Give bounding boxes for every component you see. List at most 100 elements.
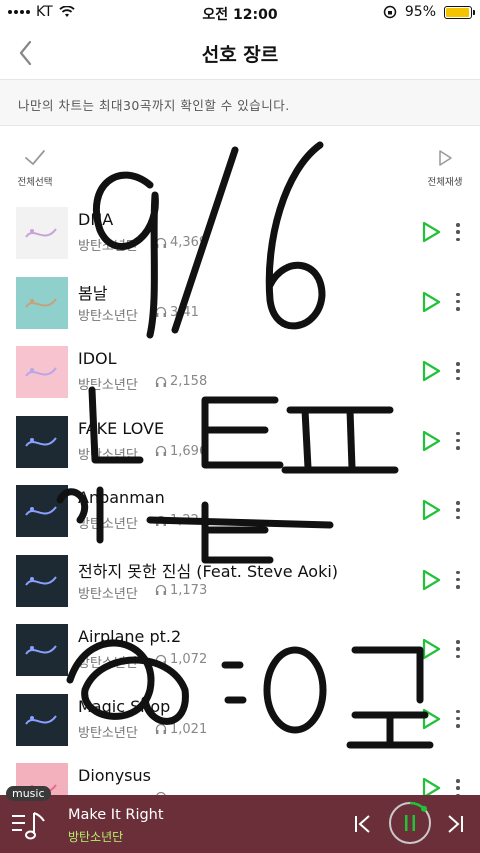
play-count-value: 4,369 bbox=[170, 235, 208, 250]
album-art-icon bbox=[25, 228, 57, 238]
play-count-value: 2,158 bbox=[170, 374, 208, 389]
track-artist: 방탄소년단 bbox=[78, 308, 138, 324]
track-row[interactable]: 봄날 방탄소년단 3,41 bbox=[0, 268, 480, 338]
play-outline-icon bbox=[439, 150, 452, 166]
track-artist: 방탄소년단 bbox=[78, 586, 138, 602]
play-all-label: 전체재생 bbox=[427, 177, 463, 188]
track-artist: 방탄소년단 bbox=[78, 378, 138, 393]
album-art-icon bbox=[25, 436, 57, 447]
player-artist: 방탄소년단 bbox=[68, 830, 124, 844]
battery-fill bbox=[446, 7, 469, 17]
status-right: 95% bbox=[383, 4, 475, 20]
play-outline-icon[interactable] bbox=[420, 568, 442, 592]
battery-icon bbox=[444, 5, 475, 19]
more-vertical-icon[interactable] bbox=[450, 430, 466, 452]
play-outline-icon[interactable] bbox=[420, 359, 442, 383]
track-title: 봄날 bbox=[78, 283, 108, 303]
more-vertical-icon[interactable] bbox=[450, 638, 466, 660]
play-count: 3,41 bbox=[155, 305, 199, 320]
player-title: Make It Right bbox=[68, 807, 164, 823]
headphone-icon bbox=[155, 584, 167, 595]
play-outline-icon[interactable] bbox=[420, 498, 442, 522]
album-cover bbox=[16, 207, 68, 259]
track-title: DNA bbox=[78, 210, 114, 229]
track-title: IDOL bbox=[78, 349, 117, 368]
track-artist: 방탄소년단 bbox=[78, 725, 138, 741]
more-vertical-icon[interactable] bbox=[450, 708, 466, 730]
music-tag: music bbox=[6, 786, 51, 801]
headphone-icon bbox=[155, 515, 167, 526]
album-cover bbox=[16, 346, 68, 398]
play-count-value: 1,224 bbox=[170, 513, 208, 528]
album-art-icon bbox=[25, 645, 57, 655]
skip-next-icon[interactable] bbox=[444, 813, 466, 835]
track-row[interactable]: FAKE LOVE 방탄소년단 1,696 bbox=[0, 407, 480, 477]
track-row[interactable]: Anpanman 방탄소년단 1,224 bbox=[0, 476, 480, 546]
more-vertical-icon[interactable] bbox=[450, 221, 466, 243]
track-title: Airplane pt.2 bbox=[78, 627, 182, 646]
headphone-icon bbox=[155, 445, 167, 456]
track-row[interactable]: Airplane pt.2 방탄소년단 1,072 bbox=[0, 615, 480, 685]
track-row[interactable]: IDOL 방탄소년단 2,158 bbox=[0, 337, 480, 407]
play-all-button[interactable]: 전체재생 bbox=[422, 148, 468, 188]
play-count-value: 3,41 bbox=[170, 304, 199, 320]
play-count-value: 1,173 bbox=[170, 582, 208, 598]
play-count: 1,696 bbox=[155, 444, 207, 459]
track-row[interactable]: Magic Shop 방탄소년단 1,021 bbox=[0, 685, 480, 755]
headphone-icon bbox=[155, 654, 167, 665]
skip-previous-icon[interactable] bbox=[352, 813, 374, 835]
album-cover bbox=[16, 693, 68, 746]
track-artist: 방탄소년단 bbox=[78, 239, 138, 254]
headphone-icon bbox=[155, 723, 167, 734]
pause-button[interactable] bbox=[386, 799, 434, 847]
play-count: 2,158 bbox=[155, 374, 207, 389]
music-menu-icon[interactable] bbox=[12, 809, 48, 843]
toolbar: 전체선택 전체재생 bbox=[0, 140, 480, 190]
play-count: 1,224 bbox=[155, 513, 207, 528]
album-art-icon bbox=[25, 714, 57, 725]
info-band: 나만의 차트는 최대30곡까지 확인할 수 있습니다. bbox=[0, 80, 480, 126]
album-cover bbox=[16, 485, 68, 537]
battery-percent: 95% bbox=[404, 4, 436, 20]
play-count: 4,369 bbox=[155, 235, 207, 250]
play-outline-icon[interactable] bbox=[420, 637, 442, 661]
album-cover bbox=[16, 276, 68, 329]
track-list: DNA 방탄소년단 4,369 봄날 방탄소년단 3,41 IDOL 방탄소년단… bbox=[0, 198, 480, 824]
album-cover bbox=[16, 624, 68, 676]
track-title: FAKE LOVE bbox=[78, 418, 165, 438]
more-vertical-icon[interactable] bbox=[450, 499, 466, 521]
info-text: 나만의 차트는 최대30곡까지 확인할 수 있습니다. bbox=[18, 98, 290, 113]
more-vertical-icon[interactable] bbox=[450, 569, 466, 591]
album-art-icon bbox=[25, 506, 57, 516]
play-count: 1,072 bbox=[155, 652, 207, 667]
play-outline-icon[interactable] bbox=[420, 707, 442, 731]
play-outline-icon[interactable] bbox=[420, 290, 442, 314]
status-bar: KT 오전 12:00 95% bbox=[0, 0, 480, 26]
select-all-label: 전체선택 bbox=[17, 177, 53, 188]
track-row[interactable]: 전하지 못한 진심 (Feat. Steve Aoki) 방탄소년단 1,173 bbox=[0, 546, 480, 616]
track-title: Anpanman bbox=[78, 488, 165, 507]
track-title: Dionysus bbox=[78, 766, 151, 785]
album-art-icon bbox=[25, 367, 57, 377]
album-art-icon bbox=[25, 575, 57, 586]
more-vertical-icon[interactable] bbox=[450, 360, 466, 382]
rotation-lock-icon bbox=[383, 5, 397, 19]
check-icon bbox=[25, 150, 45, 166]
select-all-button[interactable]: 전체선택 bbox=[12, 148, 58, 188]
page-title: 선호 장르 bbox=[201, 44, 279, 66]
album-cover bbox=[16, 415, 68, 468]
play-outline-icon[interactable] bbox=[420, 429, 442, 453]
track-artist: 방탄소년단 bbox=[78, 517, 138, 532]
mini-player[interactable]: music Make It Right 방탄소년단 bbox=[0, 786, 480, 853]
play-count-value: 1,696 bbox=[170, 443, 208, 459]
track-title: Magic Shop bbox=[78, 696, 171, 716]
album-art-icon bbox=[25, 297, 57, 308]
play-count: 1,173 bbox=[155, 583, 207, 598]
play-count-value: 1,072 bbox=[170, 652, 208, 667]
more-vertical-icon[interactable] bbox=[450, 291, 466, 313]
play-outline-icon[interactable] bbox=[420, 220, 442, 244]
headphone-icon bbox=[155, 306, 167, 317]
play-count: 1,021 bbox=[155, 722, 207, 737]
track-row[interactable]: DNA 방탄소년단 4,369 bbox=[0, 198, 480, 268]
headphone-icon bbox=[155, 237, 167, 248]
